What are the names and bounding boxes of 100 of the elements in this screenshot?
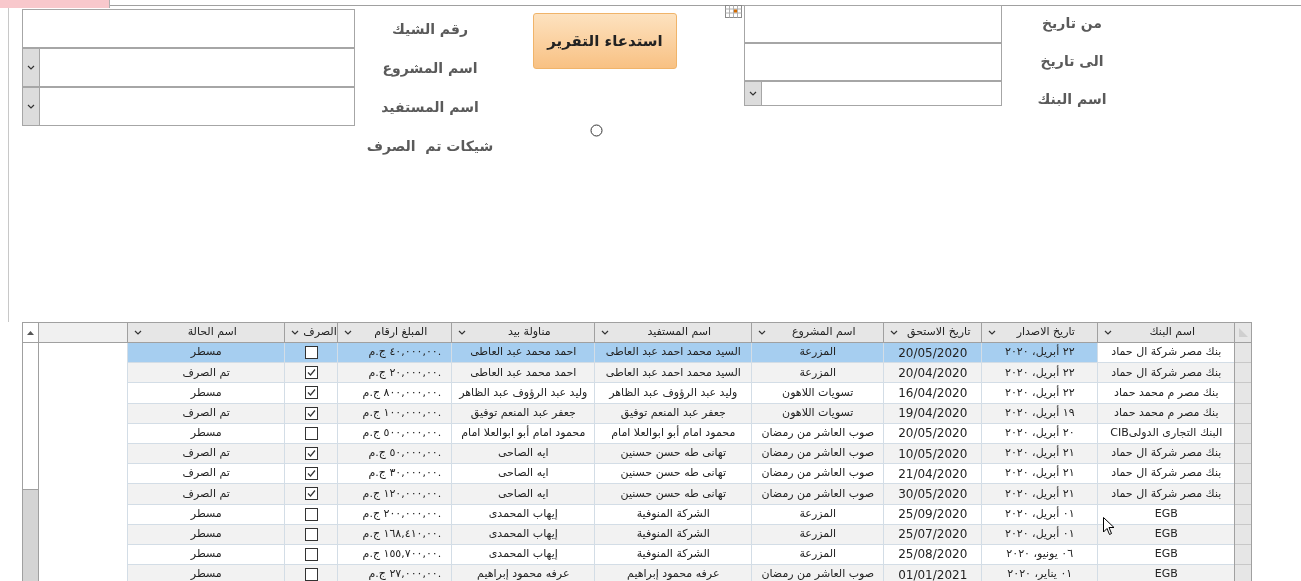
table-cell: ١٥٥,٧٠٠,٠٠ ج.م.	[337, 544, 452, 566]
table-cell: صوب العاشر من رمضان	[751, 565, 884, 581]
table-cell: جعفر عبد المنعم توفيق	[451, 403, 595, 424]
table-cell: بنك مصر شركة ال حماد	[1097, 343, 1235, 364]
checkbox[interactable]	[304, 346, 318, 360]
table-cell: ٢٠٠,٠٠٠,٠٠ ج.م.	[337, 504, 452, 525]
field-label: شيكات تم الصرف	[366, 137, 494, 157]
table-cell: 10/05/2020	[883, 443, 982, 465]
table-cell: البنك التجارى الدولىCIB	[1097, 423, 1235, 444]
table-cell: المزرعة	[751, 544, 884, 566]
report-button[interactable]: استدعاء التقرير	[533, 13, 677, 69]
table-cell: وليد عبد الرؤوف عبد الظاهر	[594, 383, 752, 404]
caret-icon	[458, 330, 467, 335]
table-cell: صوب العاشر من رمضان	[751, 484, 884, 505]
radio-button[interactable]	[590, 124, 603, 137]
input-field[interactable]	[744, 5, 1002, 43]
table-cell: بنك مصر شركة ال حماد	[1097, 443, 1235, 465]
table-cell: ٠٦ يونيو، ٢٠٢٠	[981, 544, 1098, 566]
caret-icon	[27, 104, 35, 109]
input-field[interactable]	[744, 43, 1002, 81]
table-cell: 21/04/2020	[883, 464, 982, 485]
table-cell: 25/09/2020	[883, 504, 982, 525]
table-cell: ١٦٨,٤١٠,٠٠ ج.م.	[337, 524, 452, 545]
checkbox[interactable]	[304, 507, 318, 521]
table-cell: بنك مصر م محمد حماد	[1097, 383, 1235, 404]
column-header[interactable]: اسم الحالة	[127, 323, 285, 343]
table-cell: ايه الصاحى	[451, 484, 595, 505]
table-cell: إيهاب المحمدى	[451, 504, 595, 525]
checkbox[interactable]	[304, 426, 318, 440]
table-cell: ٥٠٠,٠٠٠,٠٠ ج.م.	[337, 423, 452, 444]
checkbox[interactable]	[304, 447, 318, 461]
column-header[interactable]: اسم المستفيد	[594, 323, 752, 343]
checkbox[interactable]	[304, 366, 318, 380]
table-cell: بنك مصر م محمد حماد	[1097, 403, 1235, 424]
table-cell: ٤٠,٠٠٠,٠٠ ج.م.	[337, 343, 452, 364]
table-cell: ٠١ أبريل، ٢٠٢٠	[981, 504, 1098, 525]
checkbox[interactable]	[304, 527, 318, 541]
table-cell: مسطر	[127, 565, 285, 581]
column-header[interactable]: الصرف	[284, 323, 338, 343]
table-cell: ٢١ أبريل، ٢٠٢٠	[981, 443, 1098, 465]
table-cell: ٢٢ أبريل، ٢٠٢٠	[981, 383, 1098, 404]
table-cell: ٢١ أبريل، ٢٠٢٠	[981, 484, 1098, 505]
caret-icon	[27, 65, 35, 70]
table-cell: 20/05/2020	[883, 423, 982, 444]
checkbox[interactable]	[304, 487, 318, 501]
up-arrow-icon	[26, 330, 34, 335]
table-cell: السيد محمد احمد عبد العاطى	[594, 343, 752, 364]
table-cell: 16/04/2020	[883, 383, 982, 404]
caret-icon	[291, 330, 300, 335]
column-header[interactable]: اسم المشروع	[751, 323, 884, 343]
table-cell: محمود امام أبو ابوالعلا امام	[451, 423, 595, 444]
mouse-cursor-icon	[1103, 517, 1115, 536]
field-label: اسم البنك	[1037, 89, 1107, 109]
table-cell: بنك مصر شركة ال حماد	[1097, 484, 1235, 505]
table-cell: EGB	[1097, 565, 1235, 581]
table-cell: ٢٠ أبريل، ٢٠٢٠	[981, 423, 1098, 444]
checkbox[interactable]	[304, 547, 318, 561]
field-label: من تاريخ	[1041, 13, 1103, 34]
table-cell: تم الصرف	[127, 484, 285, 505]
column-header[interactable]: تاريخ الاصدار	[981, 323, 1098, 343]
table-cell: المزرعة	[751, 363, 884, 384]
column-header[interactable]: اسم البنك	[1097, 323, 1235, 343]
caret-icon	[988, 330, 997, 335]
table-cell: مسطر	[127, 383, 285, 404]
table-cell: إيهاب المحمدى	[451, 524, 595, 545]
table-cell: تم الصرف	[127, 443, 285, 465]
table-cell: ٣٠,٠٠٠,٠٠ ج.م.	[337, 464, 452, 485]
column-header[interactable]: المبلغ ارقام	[337, 323, 452, 343]
table-cell: 30/05/2020	[883, 484, 982, 505]
table-cell: عرفه محمود إبراهيم	[451, 565, 595, 581]
table-cell: الشركة المنوفية	[594, 524, 752, 545]
table-cell: EGB	[1097, 544, 1235, 566]
input-field[interactable]	[22, 9, 355, 48]
table-cell: ٢١ أبريل، ٢٠٢٠	[981, 464, 1098, 485]
table-cell: 25/07/2020	[883, 524, 982, 545]
column-header[interactable]: تاريخ الاستحق	[883, 323, 982, 343]
table-cell: احمد محمد عبد العاطى	[451, 363, 595, 384]
caret-icon	[134, 330, 143, 335]
checkbox[interactable]	[304, 406, 318, 420]
table-cell: تسويات اللاهون	[751, 383, 884, 404]
scrollbar-thumb[interactable]	[23, 343, 38, 490]
caret-icon	[749, 91, 757, 96]
table-cell: ١٩ أبريل، ٢٠٢٠	[981, 403, 1098, 424]
table-cell: ايه الصاحى	[451, 464, 595, 485]
table-cell: تم الصرف	[127, 403, 285, 424]
checkbox[interactable]	[304, 467, 318, 481]
checkbox[interactable]	[304, 386, 318, 400]
table-cell: جعفر عبد المنعم توفيق	[594, 403, 752, 424]
table-cell: 20/05/2020	[883, 343, 982, 364]
table-cell: مسطر	[127, 544, 285, 566]
table-cell: 25/08/2020	[883, 544, 982, 566]
scroll-up-button[interactable]	[23, 323, 38, 343]
table-cell: بنك مصر شركة ال حماد	[1097, 363, 1235, 384]
table-cell: ٢٢ أبريل، ٢٠٢٠	[981, 363, 1098, 384]
column-header[interactable]: مناولة بيد	[451, 323, 595, 343]
checkbox[interactable]	[304, 568, 318, 581]
table-cell: ١٠٠,٠٠٠,٠٠ ج.م.	[337, 403, 452, 424]
table-cell: احمد محمد عبد العاطى	[451, 343, 595, 364]
table-cell: مسطر	[127, 504, 285, 525]
calendar-icon[interactable]	[725, 5, 742, 18]
